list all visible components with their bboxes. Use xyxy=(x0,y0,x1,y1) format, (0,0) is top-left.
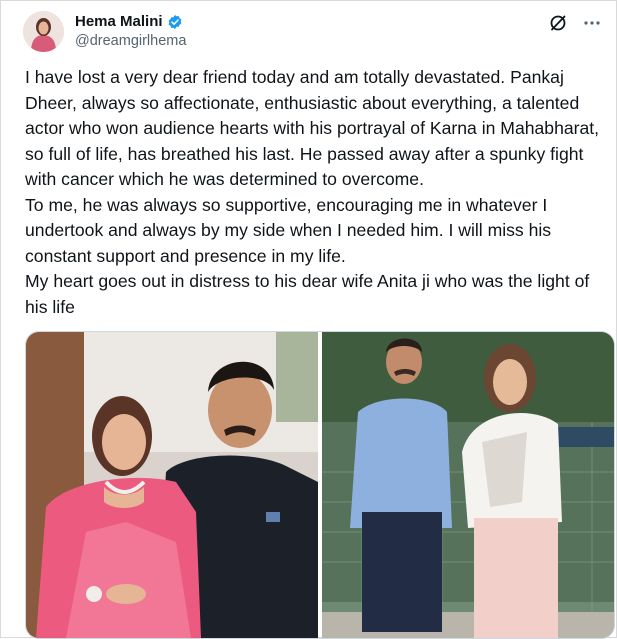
photo-woman-pink-saree-man-black-sweater[interactable] xyxy=(26,332,318,638)
author-handle[interactable]: @dreamgirlhema xyxy=(75,31,186,51)
tweet-text: I have lost a very dear friend today and… xyxy=(25,65,611,320)
slash-circle-icon[interactable] xyxy=(548,13,568,33)
author-display-name[interactable]: Hema Malini xyxy=(75,13,163,31)
tweet-paragraph: I have lost a very dear friend today and… xyxy=(25,67,600,189)
photo-couple-outdoors-sports-ground[interactable] xyxy=(322,332,614,638)
tweet-header: Hema Malini @dreamgirlhema xyxy=(23,11,602,53)
tweet-paragraph: My heart goes out in distress to his dea… xyxy=(25,271,590,317)
more-dots-icon[interactable] xyxy=(582,13,602,33)
author-avatar[interactable] xyxy=(23,11,64,52)
author-names: Hema Malini @dreamgirlhema xyxy=(75,13,186,51)
tweet-paragraph: To me, he was always so supportive, enco… xyxy=(25,194,552,266)
verified-badge-icon xyxy=(167,14,183,30)
tweet-card: Hema Malini @dreamgirlhema I have lost a… xyxy=(0,0,617,639)
tweet-media xyxy=(25,331,615,639)
header-actions xyxy=(548,13,602,33)
